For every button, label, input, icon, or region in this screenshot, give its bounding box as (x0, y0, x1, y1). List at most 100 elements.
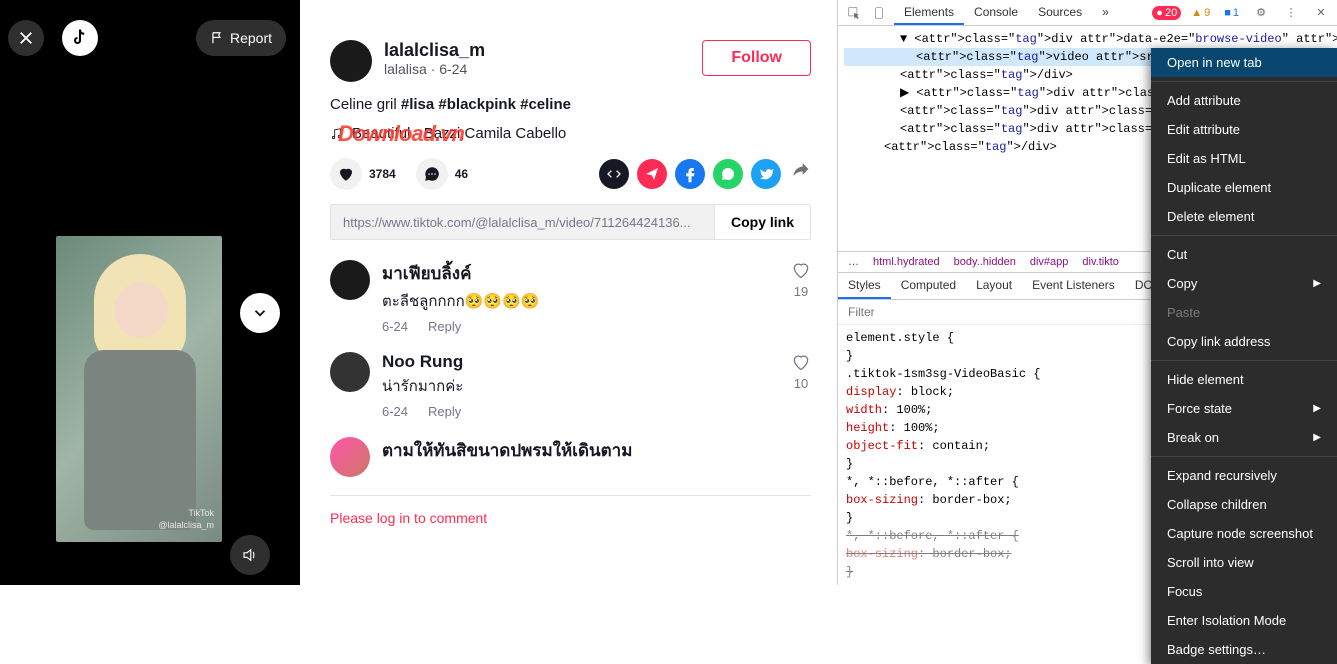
ctx-copy[interactable]: Copy▶ (1151, 269, 1337, 298)
flag-icon (210, 31, 224, 45)
like-count: 3784 (369, 167, 396, 181)
report-button[interactable]: Report (196, 20, 286, 56)
video-thumbnail[interactable]: TikTok @lalalclisa_m (56, 236, 222, 542)
close-icon (17, 29, 35, 47)
ctx-open-in-new-tab[interactable]: Open in new tab (1151, 48, 1337, 77)
share-facebook[interactable] (675, 159, 705, 189)
login-prompt[interactable]: Please log in to comment (330, 495, 811, 540)
ctx-collapse-children[interactable]: Collapse children (1151, 490, 1337, 519)
facebook-icon (681, 165, 699, 183)
speaker-icon (241, 546, 259, 564)
ctx-edit-attribute[interactable]: Edit attribute (1151, 115, 1337, 144)
caption: Celine gril #lisa #blackpink #celine (330, 96, 811, 113)
comment-author[interactable]: Noo Rung (382, 352, 779, 372)
comment-avatar[interactable] (330, 352, 370, 392)
tiktok-icon (70, 28, 90, 48)
ctx-break-on[interactable]: Break on▶ (1151, 423, 1337, 452)
styles-tab[interactable]: Styles (838, 273, 891, 299)
comment-text: น่ารักมากค่ะ (382, 374, 779, 398)
share-send[interactable] (637, 159, 667, 189)
next-video-button[interactable] (240, 293, 280, 333)
share-twitter[interactable] (751, 159, 781, 189)
ctx-duplicate-element[interactable]: Duplicate element (1151, 173, 1337, 202)
comment-avatar[interactable] (330, 260, 370, 300)
handle: lalalisa · 6-24 (384, 61, 690, 77)
whatsapp-icon (720, 166, 736, 182)
comment-button[interactable] (416, 158, 448, 190)
report-label: Report (230, 30, 272, 46)
video-panel: Report TikTok @lalalclisa_m (0, 0, 300, 585)
tab-console[interactable]: Console (964, 1, 1028, 25)
share-whatsapp[interactable] (713, 159, 743, 189)
ctx-edit-as-html[interactable]: Edit as HTML (1151, 144, 1337, 173)
comment-text: ตะลีชลูกกกก🥺🥺🥺🥺 (382, 289, 779, 313)
ctx-scroll-into-view[interactable]: Scroll into view (1151, 548, 1337, 577)
comment-icon (423, 165, 441, 183)
styles-tab[interactable]: Event Listeners (1022, 273, 1125, 299)
comment-date: 6-24 (382, 319, 408, 334)
error-badge[interactable]: ● 20 (1152, 6, 1181, 20)
comment-reply[interactable]: Reply (428, 319, 461, 334)
comment-count: 46 (455, 167, 468, 181)
share-more[interactable] (791, 159, 811, 189)
tab-more[interactable]: » (1092, 1, 1119, 25)
ctx-copy-link-address[interactable]: Copy link address (1151, 327, 1337, 356)
comment-author[interactable]: ตามให้ทันสิขนาดปพรมให้เดินตาม (382, 437, 811, 464)
heart-icon[interactable] (791, 260, 811, 280)
ctx-expand-recursively[interactable]: Expand recursively (1151, 461, 1337, 490)
ctx-capture-node-screenshot[interactable]: Capture node screenshot (1151, 519, 1337, 548)
username[interactable]: lalalclisa_m (384, 40, 690, 61)
comment-date: 6-24 (382, 404, 408, 419)
warning-badge[interactable]: ▲ 9 (1187, 6, 1214, 20)
ctx-force-state[interactable]: Force state▶ (1151, 394, 1337, 423)
ctx-focus[interactable]: Focus (1151, 577, 1337, 606)
comment-likes: 10 (794, 376, 808, 391)
comment-author[interactable]: มาเฟียบลิ้งค์ (382, 260, 779, 287)
forward-icon (791, 159, 811, 179)
music-row[interactable]: Beautiful - Bazzi,Camila Cabello Downloa… (330, 125, 811, 142)
copy-link-button[interactable]: Copy link (714, 205, 810, 239)
inspect-icon[interactable] (842, 1, 866, 25)
code-icon (606, 166, 622, 182)
comment-reply[interactable]: Reply (428, 404, 461, 419)
ctx-delete-element[interactable]: Delete element (1151, 202, 1337, 231)
comment-likes: 19 (794, 284, 808, 299)
handle-watermark: @lalalclisa_m (158, 520, 214, 530)
tab-sources[interactable]: Sources (1028, 1, 1092, 25)
like-button[interactable] (330, 158, 362, 190)
tiktok-logo[interactable] (62, 20, 98, 56)
close-button[interactable] (8, 20, 44, 56)
tiktok-watermark: TikTok (188, 508, 214, 518)
tab-elements[interactable]: Elements (894, 1, 964, 25)
ctx-paste: Paste (1151, 298, 1337, 327)
share-embed[interactable] (599, 159, 629, 189)
styles-tab[interactable]: Layout (966, 273, 1022, 299)
video-url-input[interactable] (331, 205, 714, 239)
chevron-down-icon (251, 304, 269, 322)
info-badge[interactable]: ■ 1 (1220, 6, 1243, 20)
ctx-add-attribute[interactable]: Add attribute (1151, 86, 1337, 115)
context-menu: Open in new tab Add attributeEdit attribu… (1151, 48, 1337, 664)
comment-avatar[interactable] (330, 437, 370, 477)
styles-tab[interactable]: Computed (891, 273, 966, 299)
ctx-cut[interactable]: Cut (1151, 240, 1337, 269)
comment-item: Noo Rung น่ารักมากค่ะ 6-24 Reply 10 (330, 352, 811, 419)
gear-icon[interactable]: ⚙ (1249, 1, 1273, 25)
twitter-icon (758, 166, 774, 182)
send-icon (644, 166, 660, 182)
heart-icon (337, 165, 355, 183)
user-avatar[interactable] (330, 40, 372, 82)
volume-button[interactable] (230, 535, 270, 575)
comment-item: ตามให้ทันสิขนาดปพรมให้เดินตาม (330, 437, 811, 477)
heart-icon[interactable] (791, 352, 811, 372)
watermark-overlay: Download.vn (338, 121, 464, 147)
comment-item: มาเฟียบลิ้งค์ ตะลีชลูกกกก🥺🥺🥺🥺 6-24Reply … (330, 260, 811, 334)
follow-button[interactable]: Follow (702, 40, 811, 76)
ctx-badge-settings-[interactable]: Badge settings… (1151, 635, 1337, 664)
ctx-enter-isolation-mode[interactable]: Enter Isolation Mode (1151, 606, 1337, 635)
close-devtools[interactable]: ✕ (1309, 1, 1333, 25)
more-icon[interactable]: ⋮ (1279, 1, 1303, 25)
device-icon[interactable] (868, 1, 892, 25)
info-panel: lalalclisa_m lalalisa · 6-24 Follow Celi… (300, 0, 837, 585)
ctx-hide-element[interactable]: Hide element (1151, 365, 1337, 394)
